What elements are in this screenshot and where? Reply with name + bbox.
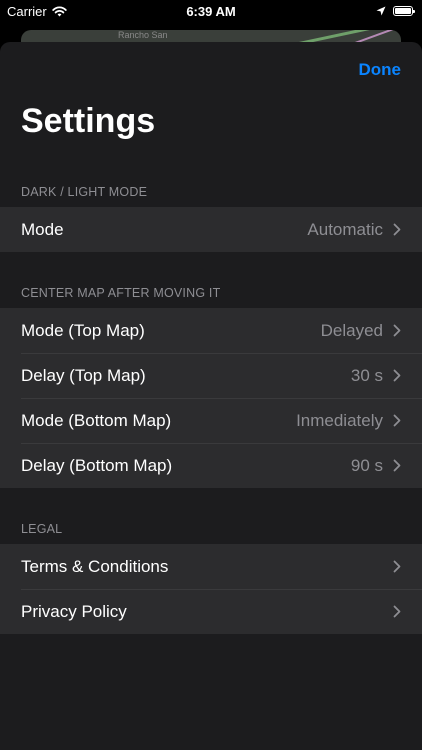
row-accessory: 30 s bbox=[351, 366, 401, 386]
group-center-map: Mode (Top Map) Delayed Delay (Top Map) 3… bbox=[0, 308, 422, 488]
battery-icon bbox=[393, 6, 415, 16]
chevron-right-icon bbox=[393, 560, 401, 573]
row-value: 90 s bbox=[350, 455, 383, 475]
chevron-right-icon bbox=[393, 459, 401, 472]
chevron-right-icon bbox=[393, 414, 401, 427]
status-bar: Carrier 6:39 AM bbox=[0, 0, 422, 22]
row-accessory: Delayed bbox=[321, 321, 401, 341]
chevron-right-icon bbox=[393, 223, 401, 236]
section-header-legal: LEGAL bbox=[21, 522, 63, 536]
row-accessory bbox=[393, 605, 401, 618]
row-value: Delayed bbox=[320, 320, 383, 340]
row-mode-bottom-map[interactable]: Mode (Bottom Map) Inmediately bbox=[0, 398, 422, 443]
group-legal: Terms & Conditions Privacy Policy bbox=[0, 544, 422, 634]
row-label: Terms & Conditions bbox=[21, 556, 169, 576]
row-accessory: 90 s bbox=[351, 456, 401, 476]
row-delay-bottom-map[interactable]: Delay (Bottom Map) 90 s bbox=[0, 443, 422, 488]
row-label: Mode (Top Map) bbox=[21, 320, 145, 340]
row-label: Mode bbox=[21, 219, 64, 239]
page-title: Settings bbox=[21, 102, 156, 140]
row-delay-top-map[interactable]: Delay (Top Map) 30 s bbox=[0, 353, 422, 398]
map-place-label: Rancho San bbox=[118, 30, 168, 40]
row-accessory: Automatic bbox=[307, 220, 401, 240]
row-label: Delay (Top Map) bbox=[21, 365, 146, 385]
row-terms-conditions[interactable]: Terms & Conditions bbox=[0, 544, 422, 589]
row-value: Inmediately bbox=[296, 410, 383, 430]
row-mode[interactable]: Mode Automatic bbox=[0, 207, 422, 252]
row-accessory bbox=[393, 560, 401, 573]
row-label: Delay (Bottom Map) bbox=[21, 455, 173, 475]
chevron-right-icon bbox=[393, 324, 401, 337]
chevron-right-icon bbox=[393, 369, 401, 382]
settings-sheet: Done Settings DARK / LIGHT MODE Mode Aut… bbox=[0, 42, 422, 750]
row-mode-top-map[interactable]: Mode (Top Map) Delayed bbox=[0, 308, 422, 353]
chevron-right-icon bbox=[393, 605, 401, 618]
section-header-center-map: CENTER MAP AFTER MOVING IT bbox=[21, 286, 221, 300]
row-privacy-policy[interactable]: Privacy Policy bbox=[0, 589, 422, 634]
row-accessory: Inmediately bbox=[296, 411, 401, 431]
group-appearance: Mode Automatic bbox=[0, 207, 422, 252]
row-value: 30 s bbox=[350, 365, 383, 385]
row-label: Privacy Policy bbox=[21, 601, 127, 621]
row-value: Automatic bbox=[307, 219, 383, 239]
section-header-appearance: DARK / LIGHT MODE bbox=[21, 185, 148, 199]
status-time: 6:39 AM bbox=[186, 3, 236, 19]
row-label: Mode (Bottom Map) bbox=[21, 410, 172, 430]
done-button[interactable]: Done bbox=[359, 60, 402, 80]
